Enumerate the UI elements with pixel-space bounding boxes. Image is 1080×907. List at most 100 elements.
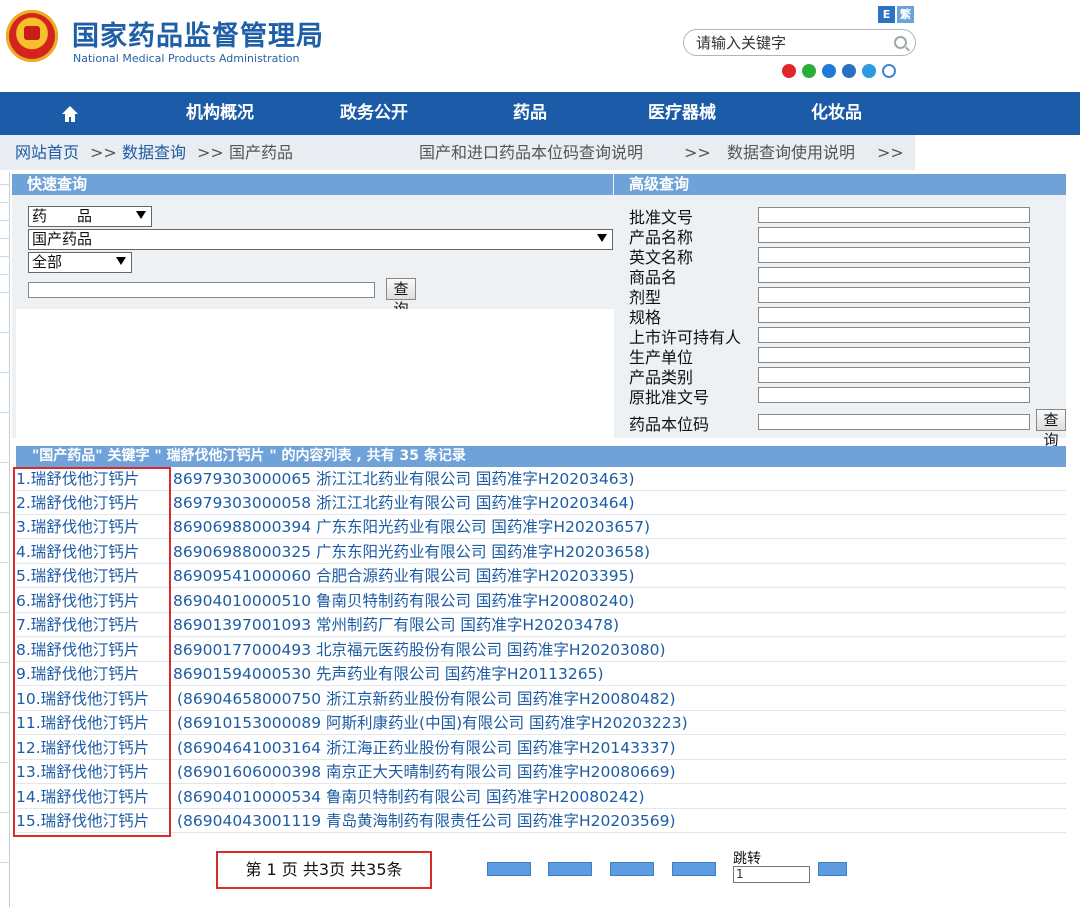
result-drug-info[interactable]: 86900177000493 北京福元医药股份有限公司 国药准字H2020308…: [173, 638, 666, 662]
adv-input-trade-name[interactable]: [758, 267, 1030, 283]
result-drug-info[interactable]: (86910153000089 阿斯利康药业(中国)有限公司 国药准字H2020…: [177, 711, 688, 735]
result-row: 2.瑞舒伐他汀钙片 86979303000058 浙江江北药业有限公司 国药准字H…: [16, 491, 1066, 515]
adv-input-specification[interactable]: [758, 307, 1030, 323]
result-drug-info[interactable]: (86904658000750 浙江京新药业股份有限公司 国药准字H200804…: [177, 687, 676, 711]
result-row: 11.瑞舒伐他汀钙片 (86910153000089 阿斯利康药业(中国)有限公司…: [16, 711, 1066, 735]
result-row: 5.瑞舒伐他汀钙片 86909541000060 合肥合源药业有限公司 国药准字H…: [16, 564, 1066, 588]
code-query-help-link[interactable]: 国产和进口药品本位码查询说明: [419, 135, 643, 171]
adv-input-dosage-form[interactable]: [758, 287, 1030, 303]
results-header: "国产药品" 关键字 " 瑞舒伐他汀钙片 " 的内容列表 , 共有 35 条记录: [16, 446, 1066, 467]
breadcrumb-separator: >>: [684, 143, 711, 162]
result-drug-info[interactable]: (86901606000398 南京正大天晴制药有限公司 国药准字H200806…: [177, 760, 676, 784]
result-row: 1.瑞舒伐他汀钙片 86979303000065 浙江江北药业有限公司 国药准字H…: [16, 467, 1066, 491]
database-select[interactable]: 国产药品: [28, 229, 613, 250]
result-drug-info[interactable]: 86906988000325 广东东阳光药业有限公司 国药准字H20203658…: [173, 540, 650, 564]
national-emblem-icon: [6, 10, 58, 62]
jump-go-button[interactable]: [818, 862, 847, 876]
jump-page-input[interactable]: 1: [733, 866, 810, 883]
query-panel: 快速查询 高级查询 药 品 国产药品 全部 查询 批准文号 产品名称 英文名称 …: [12, 174, 1066, 449]
nav-item-medical-devices[interactable]: 医疗器械: [648, 92, 716, 135]
result-row: 14.瑞舒伐他汀钙片 (86904010000534 鲁南贝特制药有限公司 国药准…: [16, 785, 1066, 809]
breadcrumb-data-query[interactable]: 数据查询: [122, 135, 186, 171]
message-icon[interactable]: [862, 64, 876, 78]
result-drug-info[interactable]: 86979303000058 浙江江北药业有限公司 国药准字H20203464): [173, 491, 635, 515]
chevron-down-icon: [597, 234, 607, 242]
usage-help-link[interactable]: 数据查询使用说明: [727, 135, 855, 171]
nav-item-government-affairs[interactable]: 政务公开: [340, 92, 408, 135]
site-header: 国家药品监督管理局 National Medical Products Admi…: [0, 0, 1080, 92]
result-row: 10.瑞舒伐他汀钙片 (86904658000750 浙江京新药业股份有限公司 国…: [16, 687, 1066, 711]
category-select[interactable]: 药 品: [28, 206, 152, 227]
breadcrumb-separator: >>: [90, 143, 117, 162]
scope-select-value: 全部: [32, 253, 63, 271]
result-drug-info[interactable]: 86906988000394 广东东阳光药业有限公司 国药准字H20203657…: [173, 515, 650, 539]
nav-item-cosmetics[interactable]: 化妆品: [811, 92, 862, 135]
page-summary: 第 1 页 共3页 共35条: [216, 851, 432, 889]
language-switch[interactable]: E 繁: [878, 6, 914, 26]
chevron-down-icon: [136, 211, 146, 219]
database-select-value: 国产药品: [32, 230, 93, 248]
result-drug-info[interactable]: (86904010000534 鲁南贝特制药有限公司 国药准字H20080242…: [177, 785, 645, 809]
highlight-box-drug-names: [13, 467, 171, 837]
quick-query-button[interactable]: 查询: [386, 278, 416, 318]
search-input[interactable]: [696, 33, 886, 53]
result-drug-info[interactable]: (86904641003164 浙江海正药业股份有限公司 国药准字H201433…: [177, 736, 676, 760]
adv-input-original-approval-number[interactable]: [758, 387, 1030, 403]
advanced-query-button[interactable]: 查询: [1036, 409, 1066, 449]
adv-label-drug-standard-code: 药品本位码: [629, 415, 710, 434]
scope-select[interactable]: 全部: [28, 252, 132, 273]
adv-label-original-approval-number: 原批准文号: [629, 388, 710, 407]
chevron-down-icon: [116, 257, 126, 265]
adv-input-drug-standard-code[interactable]: [758, 414, 1030, 430]
last-page-button[interactable]: [672, 862, 716, 876]
result-row: 13.瑞舒伐他汀钙片 (86901606000398 南京正大天晴制药有限公司 国…: [16, 760, 1066, 784]
mobile-icon[interactable]: [822, 64, 836, 78]
result-row: 7.瑞舒伐他汀钙片 86901397001093 常州制药厂有限公司 国药准字H2…: [16, 613, 1066, 637]
result-drug-info[interactable]: 86901594000530 先声药业有限公司 国药准字H20113265): [173, 662, 604, 686]
nav-item-organization[interactable]: 机构概况: [186, 92, 254, 135]
breadcrumb-current: 国产药品: [229, 143, 294, 162]
result-drug-info[interactable]: 86901397001093 常州制药厂有限公司 国药准字H20203478): [173, 613, 619, 637]
breadcrumb: 网站首页 >> 数据查询 >> 国产药品 国产和进口药品本位码查询说明 >> 数…: [0, 135, 915, 170]
result-row: 12.瑞舒伐他汀钙片 (86904641003164 浙江海正药业股份有限公司 国…: [16, 736, 1066, 760]
adv-input-license-holder[interactable]: [758, 327, 1030, 343]
user-icon[interactable]: [882, 64, 896, 78]
result-row: 3.瑞舒伐他汀钙片 86906988000394 广东东阳光药业有限公司 国药准字…: [16, 515, 1066, 539]
result-row: 9.瑞舒伐他汀钙片 86901594000530 先声药业有限公司 国药准字H20…: [16, 662, 1066, 686]
category-select-value: 药 品: [32, 207, 93, 225]
adv-input-product-category[interactable]: [758, 367, 1030, 383]
adv-input-english-name[interactable]: [758, 247, 1030, 263]
site-title[interactable]: 国家药品监督管理局: [72, 14, 324, 53]
traditional-chinese-icon[interactable]: 繁: [897, 6, 914, 23]
keyword-input[interactable]: [28, 282, 375, 298]
jump-label: 跳转: [733, 851, 761, 867]
result-row: 6.瑞舒伐他汀钙片 86904010000510 鲁南贝特制药有限公司 国药准字H…: [16, 589, 1066, 613]
breadcrumb-separator: >>: [197, 143, 224, 162]
next-page-button[interactable]: [610, 862, 654, 876]
result-row: 4.瑞舒伐他汀钙片 86906988000325 广东东阳光药业有限公司 国药准字…: [16, 540, 1066, 564]
adv-input-manufacturer[interactable]: [758, 347, 1030, 363]
english-icon[interactable]: E: [878, 6, 895, 23]
wechat-icon[interactable]: [802, 64, 816, 78]
social-links: [782, 64, 896, 78]
result-drug-info[interactable]: 86979303000065 浙江江北药业有限公司 国药准字H20203463): [173, 467, 635, 491]
result-row: 15.瑞舒伐他汀钙片 (86904043001119 青岛黄海制药有限责任公司 国…: [16, 809, 1066, 833]
quick-query-blank-area: [16, 309, 614, 438]
result-drug-info[interactable]: 86904010000510 鲁南贝特制药有限公司 国药准字H20080240): [173, 589, 635, 613]
quick-query-title: 快速查询: [12, 174, 613, 195]
result-drug-info[interactable]: 86909541000060 合肥合源药业有限公司 国药准字H20203395): [173, 564, 635, 588]
home-icon[interactable]: [60, 104, 80, 124]
search-icon[interactable]: [894, 36, 907, 49]
first-page-button[interactable]: [487, 862, 531, 876]
result-row: 8.瑞舒伐他汀钙片 86900177000493 北京福元医药股份有限公司 国药准…: [16, 638, 1066, 662]
advanced-query-title: 高级查询: [614, 174, 1066, 195]
nav-item-drugs[interactable]: 药品: [513, 92, 547, 135]
adv-input-approval-number[interactable]: [758, 207, 1030, 223]
previous-page-button[interactable]: [548, 862, 592, 876]
result-drug-info[interactable]: (86904043001119 青岛黄海制药有限责任公司 国药准字H202035…: [177, 809, 676, 833]
breadcrumb-home[interactable]: 网站首页: [15, 135, 79, 171]
weibo-icon[interactable]: [782, 64, 796, 78]
adv-input-product-name[interactable]: [758, 227, 1030, 243]
mail-icon[interactable]: [842, 64, 856, 78]
site-search: [683, 29, 916, 56]
